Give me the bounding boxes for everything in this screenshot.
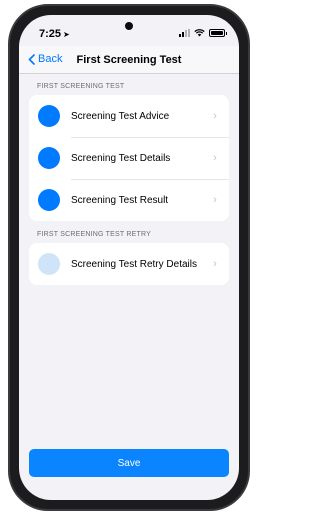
back-button-label: Back — [38, 53, 63, 65]
chevron-right-icon: › — [213, 194, 217, 206]
list-item-screening-test-result[interactable]: Screening Test Result › — [29, 179, 229, 221]
first-screening-test-group: Screening Test Advice › Screening Test D… — [29, 95, 229, 221]
status-time: 7:25 ➤ — [39, 28, 70, 40]
chevron-left-icon — [28, 53, 35, 65]
screen: 7:25 ➤ Back First Screening Test FIRST S… — [19, 15, 239, 500]
status-bar: 7:25 ➤ — [19, 15, 239, 45]
blue-circle-icon — [38, 147, 60, 169]
first-screening-test-retry-group: Screening Test Retry Details › — [29, 243, 229, 285]
list-item-label: Screening Test Advice — [71, 110, 170, 122]
blue-circle-icon — [38, 105, 60, 127]
signal-icon — [179, 29, 190, 37]
light-blue-circle-icon — [38, 253, 60, 275]
section-header-first-screening-test: FIRST SCREENING TEST — [37, 83, 125, 90]
save-button[interactable]: Save — [29, 449, 229, 477]
location-arrow-icon: ➤ — [63, 30, 70, 39]
back-button[interactable]: Back — [28, 53, 62, 65]
battery-icon — [209, 29, 227, 37]
section-header-first-screening-test-retry: FIRST SCREENING TEST RETRY — [37, 231, 151, 238]
status-icons — [179, 29, 227, 37]
list-item-screening-test-retry-details[interactable]: Screening Test Retry Details › — [29, 243, 229, 285]
status-time-text: 7:25 — [39, 28, 62, 40]
blue-circle-icon — [38, 189, 60, 211]
chevron-right-icon: › — [213, 258, 217, 270]
list-item-label: Screening Test Result — [71, 194, 169, 206]
list-item-label: Screening Test Retry Details — [71, 258, 197, 270]
wifi-icon — [194, 29, 205, 37]
list-item-screening-test-advice[interactable]: Screening Test Advice › — [29, 95, 229, 137]
chevron-right-icon: › — [213, 152, 217, 164]
navigation-bar: Back First Screening Test — [19, 46, 239, 74]
chevron-right-icon: › — [213, 110, 217, 122]
list-item-screening-test-details[interactable]: Screening Test Details › — [29, 137, 229, 179]
phone-frame: 7:25 ➤ Back First Screening Test FIRST S… — [8, 4, 250, 511]
list-item-label: Screening Test Details — [71, 152, 171, 164]
